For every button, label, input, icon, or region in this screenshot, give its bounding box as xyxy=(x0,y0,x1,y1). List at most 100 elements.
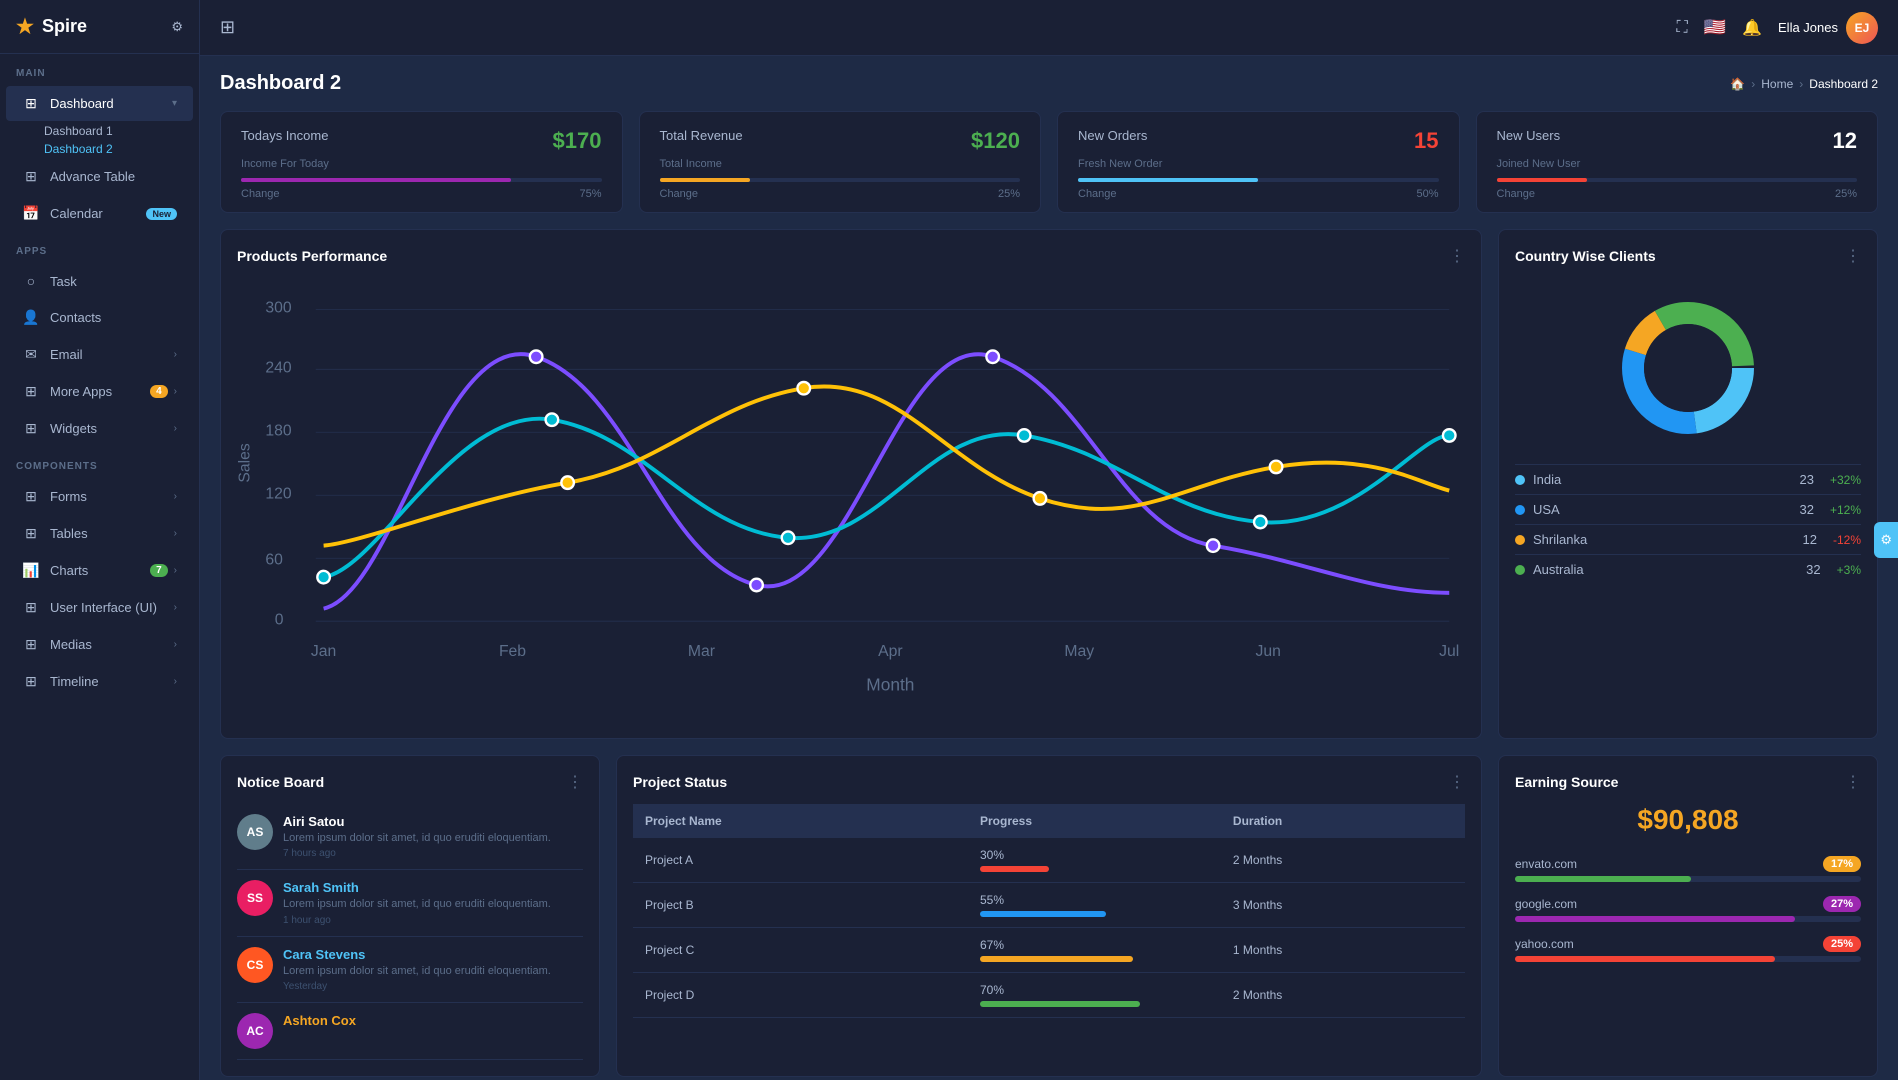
project-bar-2 xyxy=(980,956,1133,962)
country-count-2: 12 xyxy=(1587,532,1817,547)
sidebar-item-dashboard[interactable]: ⊞ Dashboard ▾ xyxy=(6,86,193,121)
project-duration-1: 3 Months xyxy=(1221,882,1465,927)
col-project-name: Project Name xyxy=(633,804,968,838)
language-flag[interactable]: 🇺🇸 xyxy=(1704,17,1726,38)
notice-name-3: Ashton Cox xyxy=(283,1013,356,1028)
svg-text:240: 240 xyxy=(265,359,292,376)
contacts-icon: 👤 xyxy=(22,309,40,326)
project-bar-wrap-2 xyxy=(980,956,1209,962)
user-profile[interactable]: Ella Jones EJ xyxy=(1778,12,1878,44)
settings-panel[interactable]: ⚙ xyxy=(1874,522,1898,558)
calendar-icon: 📅 xyxy=(22,205,40,222)
project-name-1: Project B xyxy=(633,882,968,927)
sidebar-item-advance-table[interactable]: ⊞ Advance Table xyxy=(6,159,193,194)
sidebar-item-timeline[interactable]: ⊞ Timeline › xyxy=(6,664,193,699)
project-name-0: Project A xyxy=(633,838,968,883)
topbar: ⊞ ⛶ 🇺🇸 🔔 Ella Jones EJ xyxy=(200,0,1898,56)
products-chart-menu[interactable]: ⋮ xyxy=(1449,246,1465,266)
sidebar-item-dashboard2[interactable]: Dashboard 2 xyxy=(0,140,199,158)
country-chart-menu[interactable]: ⋮ xyxy=(1845,246,1861,266)
earning-header-1: google.com 27% xyxy=(1515,896,1861,912)
settings-gear-icon: ⚙ xyxy=(1880,532,1892,547)
stat-card-2: New Orders 15 Fresh New Order Change 50% xyxy=(1057,111,1460,213)
sidebar-item-email[interactable]: ✉ Email › xyxy=(6,337,193,372)
project-bar-wrap-3 xyxy=(980,1001,1209,1007)
earning-source-title: Earning Source xyxy=(1515,774,1618,790)
ui-icon: ⊞ xyxy=(22,599,40,616)
earning-header-0: envato.com 17% xyxy=(1515,856,1861,872)
medias-label: Medias xyxy=(50,637,92,652)
project-bar-3 xyxy=(980,1001,1140,1007)
country-dot-1 xyxy=(1515,505,1525,515)
sidebar-item-widgets[interactable]: ⊞ Widgets › xyxy=(6,411,193,446)
widgets-label: Widgets xyxy=(50,421,97,436)
earning-source-menu[interactable]: ⋮ xyxy=(1845,772,1861,792)
email-icon: ✉ xyxy=(22,346,40,363)
notice-board-menu[interactable]: ⋮ xyxy=(567,772,583,792)
sidebar-item-charts[interactable]: 📊 Charts 7 › xyxy=(6,553,193,588)
country-dot-3 xyxy=(1515,565,1525,575)
project-bar-wrap-0 xyxy=(980,866,1209,872)
notice-item-2: CS Cara Stevens Lorem ipsum dolor sit am… xyxy=(237,937,583,1003)
calendar-new-badge: New xyxy=(146,208,177,220)
notice-time-2: Yesterday xyxy=(283,981,551,992)
country-dot-0 xyxy=(1515,475,1525,485)
svg-text:Month: Month xyxy=(866,674,914,694)
forms-chevron-icon: › xyxy=(174,491,177,502)
project-status-menu[interactable]: ⋮ xyxy=(1449,772,1465,792)
logo-star-icon: ★ xyxy=(16,14,34,39)
fullscreen-icon[interactable]: ⛶ xyxy=(1676,19,1687,37)
sidebar-item-forms[interactable]: ⊞ Forms › xyxy=(6,479,193,514)
stat-value-2: 15 xyxy=(1414,128,1438,154)
project-duration-2: 1 Months xyxy=(1221,927,1465,972)
grid-icon[interactable]: ⊞ xyxy=(220,17,235,38)
task-label: Task xyxy=(50,274,77,289)
svg-text:Jan: Jan xyxy=(311,643,336,660)
sidebar-item-tables[interactable]: ⊞ Tables › xyxy=(6,516,193,551)
more-apps-badge: 4 xyxy=(150,385,168,398)
notice-name-1: Sarah Smith xyxy=(283,880,551,895)
stat-card-0: Todays Income $170 Income For Today Chan… xyxy=(220,111,623,213)
project-pct-3: 70% xyxy=(980,983,1004,997)
sidebar-item-contacts[interactable]: 👤 Contacts xyxy=(6,300,193,335)
stat-value-1: $120 xyxy=(971,128,1020,154)
country-wise-card: Country Wise Clients ⋮ xyxy=(1498,229,1878,739)
notifications-icon[interactable]: 🔔 xyxy=(1742,18,1762,38)
notice-board-title: Notice Board xyxy=(237,774,324,790)
section-label-apps: APPS xyxy=(0,232,199,263)
project-pct-1: 55% xyxy=(980,893,1004,907)
earning-badge-0: 17% xyxy=(1823,856,1861,872)
country-change-2: -12% xyxy=(1833,533,1861,547)
widgets-chevron-icon: › xyxy=(174,423,177,434)
svg-text:Mar: Mar xyxy=(688,643,715,660)
line-chart-svg: 300 240 180 120 60 0 Sales xyxy=(237,278,1465,719)
settings-icon[interactable]: ⚙ xyxy=(171,19,183,35)
svg-text:0: 0 xyxy=(275,611,284,628)
donut-chart xyxy=(1515,278,1861,464)
sidebar-item-more-apps[interactable]: ⊞ More Apps 4 › xyxy=(6,374,193,409)
svg-text:Jul: Jul xyxy=(1439,643,1459,660)
earning-source-card: Earning Source ⋮ $90,808 envato.com 17% … xyxy=(1498,755,1878,1077)
breadcrumb-home-icon: 🏠 xyxy=(1730,77,1745,91)
sidebar-item-calendar[interactable]: 📅 Calendar New xyxy=(6,196,193,231)
earning-bar-2 xyxy=(1515,956,1775,962)
stat-change-pct-0: 75% xyxy=(579,188,601,200)
sidebar-item-medias[interactable]: ⊞ Medias › xyxy=(6,627,193,662)
country-name-2: Shrilanka xyxy=(1533,532,1587,547)
stat-progress-bg-2 xyxy=(1078,178,1439,182)
products-performance-card: Products Performance ⋮ 300 240 180 120 6… xyxy=(220,229,1482,739)
stat-progress-bar-3 xyxy=(1497,178,1587,182)
notice-content-2: Cara Stevens Lorem ipsum dolor sit amet,… xyxy=(283,947,551,992)
charts-badge: 7 xyxy=(150,564,168,577)
tables-icon: ⊞ xyxy=(22,525,40,542)
sidebar-item-task[interactable]: ○ Task xyxy=(6,264,193,298)
country-list: India 23 +32% USA 32 +12% Shrilanka 12 -… xyxy=(1515,464,1861,584)
project-bar-wrap-1 xyxy=(980,911,1209,917)
sidebar-item-dashboard1[interactable]: Dashboard 1 xyxy=(0,122,199,140)
stat-card-1: Total Revenue $120 Total Income Change 2… xyxy=(639,111,1042,213)
project-pct-0: 30% xyxy=(980,848,1004,862)
more-apps-label: More Apps xyxy=(50,384,112,399)
sidebar-item-ui[interactable]: ⊞ User Interface (UI) › xyxy=(6,590,193,625)
ui-label: User Interface (UI) xyxy=(50,600,157,615)
project-progress-3: 70% xyxy=(968,972,1221,1017)
